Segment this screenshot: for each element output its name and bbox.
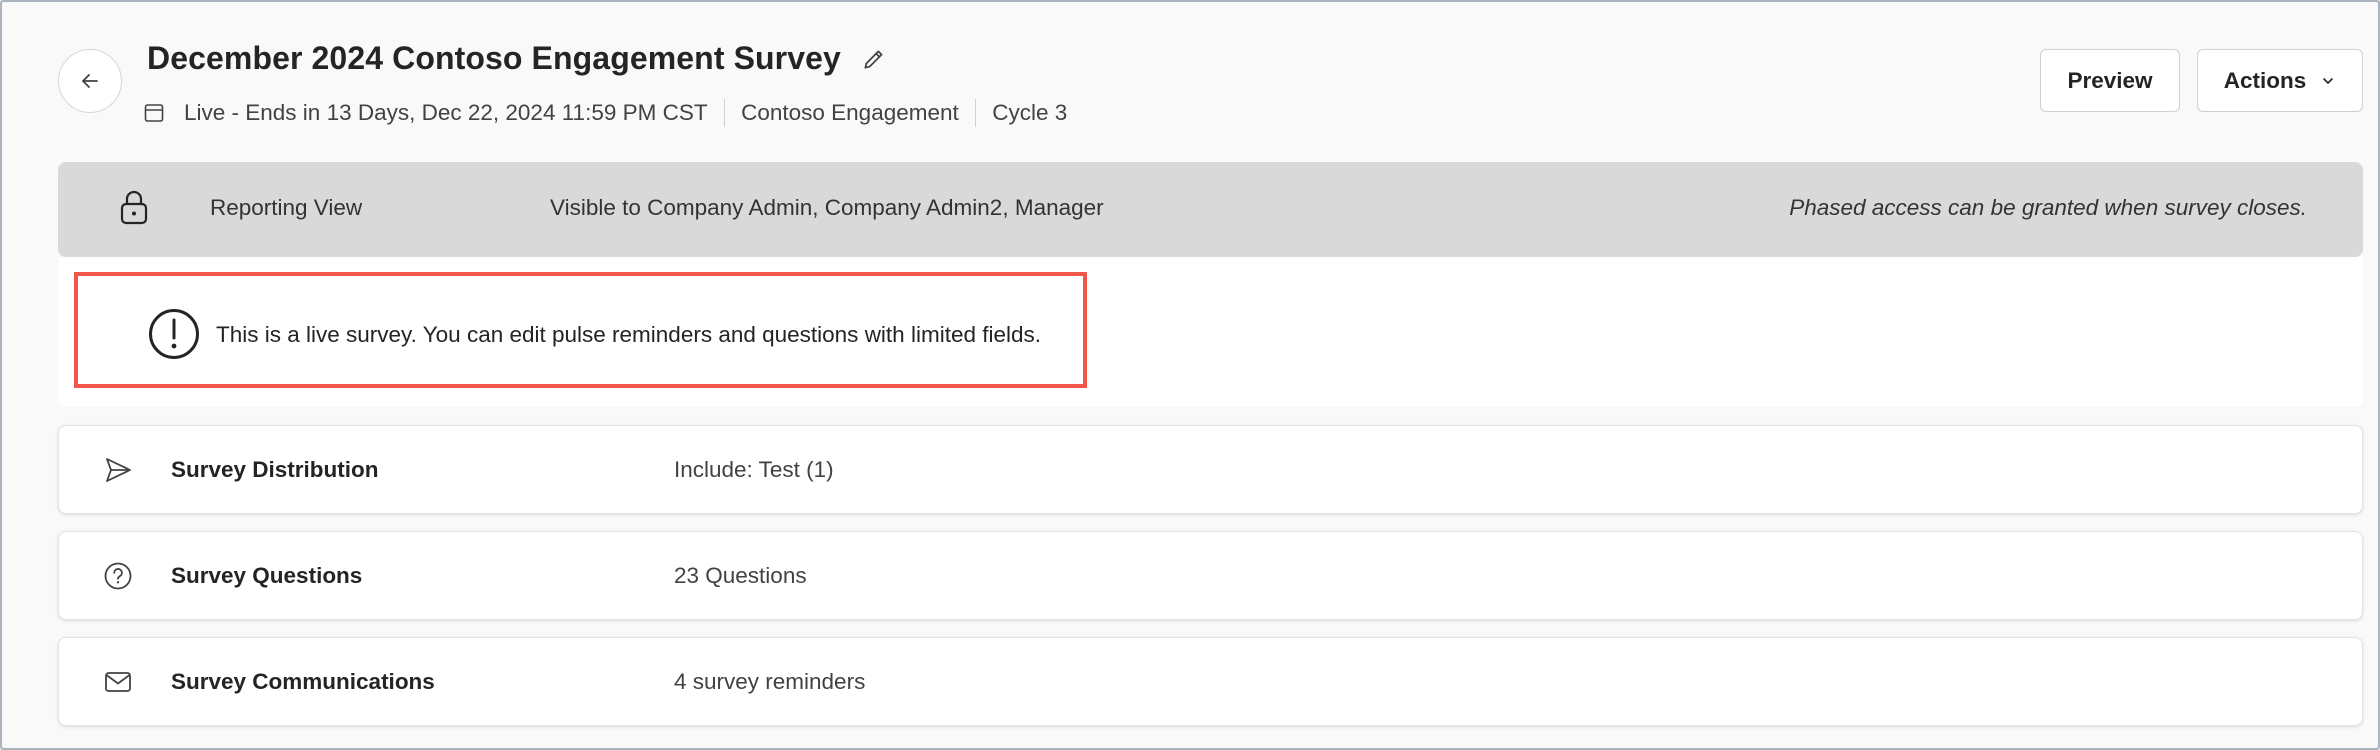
survey-status: Live - Ends in 13 Days, Dec 22, 2024 11:…	[184, 100, 708, 125]
section-title: Survey Communications	[171, 669, 435, 694]
live-survey-notice-text: This is a live survey. You can edit puls…	[216, 322, 1041, 347]
page-title: December 2024 Contoso Engagement Survey	[147, 40, 841, 76]
survey-program: Contoso Engagement	[741, 100, 959, 125]
calendar-icon	[142, 101, 166, 125]
section-title: Survey Distribution	[171, 457, 379, 482]
survey-questions-card[interactable]: Survey Questions 23 Questions	[58, 531, 2363, 620]
meta-divider	[974, 99, 977, 127]
pencil-icon[interactable]	[861, 46, 887, 72]
section-value: 23 Questions	[674, 563, 807, 588]
title-row: December 2024 Contoso Engagement Survey	[147, 40, 887, 77]
live-survey-notice: This is a live survey. You can edit puls…	[74, 272, 1087, 388]
reporting-view-label: Reporting View	[210, 195, 363, 220]
meta-divider	[723, 99, 726, 127]
actions-button[interactable]: Actions	[2197, 49, 2363, 112]
survey-communications-card[interactable]: Survey Communications 4 survey reminders	[58, 637, 2363, 726]
back-button[interactable]	[58, 49, 122, 113]
survey-detail-page: December 2024 Contoso Engagement Survey …	[0, 0, 2380, 750]
arrow-left-icon	[78, 69, 102, 93]
survey-meta: Live - Ends in 13 Days, Dec 22, 2024 11:…	[142, 99, 1067, 127]
lock-icon	[118, 189, 150, 232]
reporting-view-banner: Reporting View Visible to Company Admin,…	[58, 162, 2363, 257]
section-value: Include: Test (1)	[674, 457, 834, 482]
preview-button-label: Preview	[2067, 67, 2153, 93]
preview-button[interactable]: Preview	[2040, 49, 2180, 112]
section-title: Survey Questions	[171, 563, 363, 588]
question-circle-icon	[103, 561, 133, 591]
survey-distribution-card[interactable]: Survey Distribution Include: Test (1)	[58, 425, 2363, 514]
section-value: 4 survey reminders	[674, 669, 866, 694]
reporting-visibility: Visible to Company Admin, Company Admin2…	[550, 195, 1104, 220]
send-icon	[103, 455, 133, 485]
mail-icon	[103, 667, 133, 697]
phased-access-note: Phased access can be granted when survey…	[1789, 195, 2307, 220]
chevron-down-icon	[2320, 73, 2336, 89]
exclamation-circle-icon	[148, 308, 200, 365]
actions-button-label: Actions	[2223, 67, 2307, 93]
survey-cycle: Cycle 3	[992, 100, 1068, 125]
